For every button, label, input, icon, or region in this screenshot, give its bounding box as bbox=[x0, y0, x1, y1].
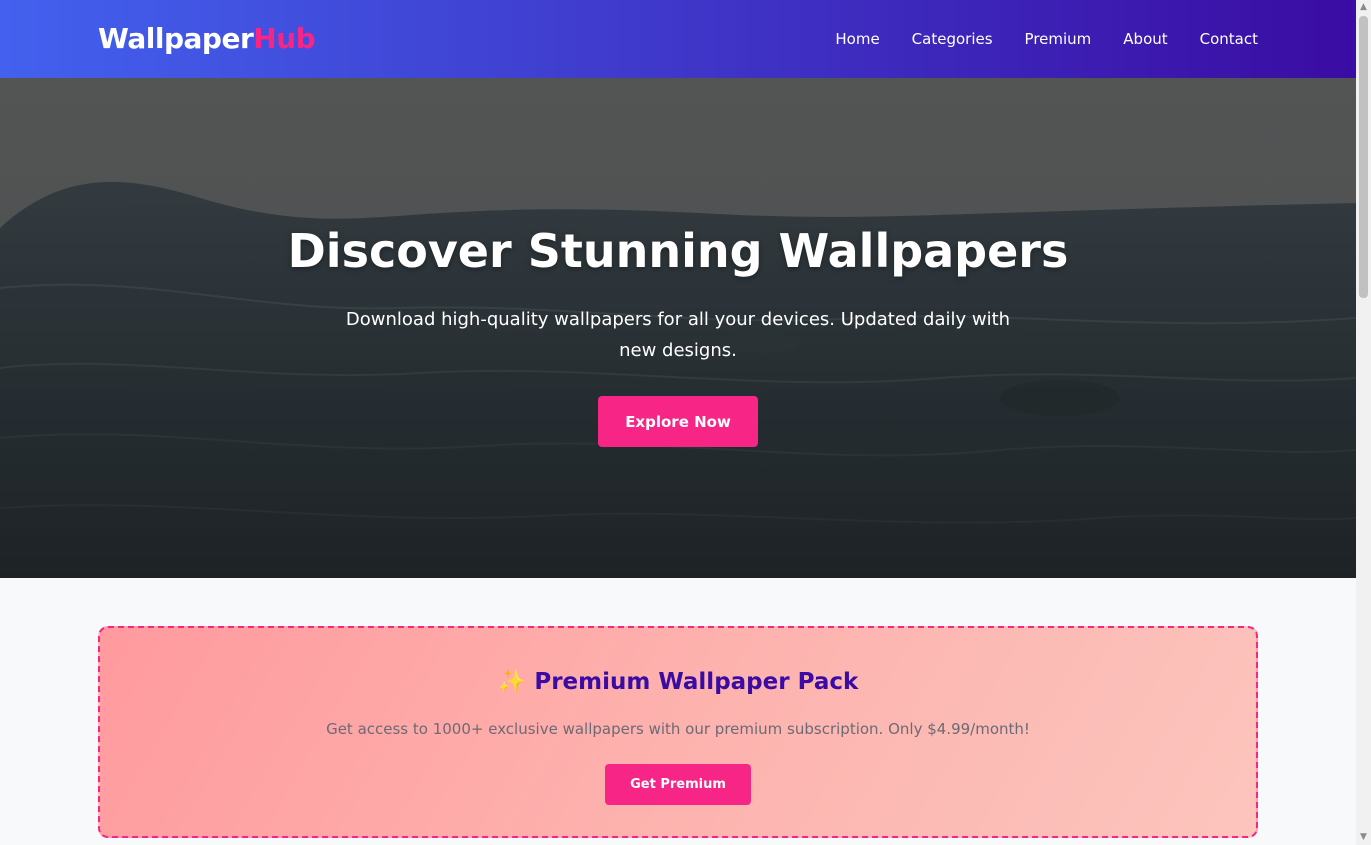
hero-subtitle: Download high-quality wallpapers for all… bbox=[345, 309, 1011, 361]
premium-banner: ✨ Premium Wallpaper Pack Get access to 10… bbox=[98, 626, 1258, 838]
sparkles-icon: ✨ bbox=[497, 669, 527, 695]
explore-now-button[interactable]: Explore Now bbox=[598, 396, 758, 447]
nav-categories-link[interactable]: Categories bbox=[912, 30, 993, 48]
get-premium-button[interactable]: Get Premium bbox=[605, 764, 751, 805]
hero-title: Discover Stunning Wallpapers bbox=[287, 224, 1069, 278]
premium-title-text: Premium Wallpaper Pack bbox=[534, 669, 859, 695]
premium-description: Get access to 1000+ exclusive wallpapers… bbox=[326, 720, 1030, 738]
nav-contact-link[interactable]: Contact bbox=[1200, 30, 1258, 48]
page: WallpaperHub Home Categories Premium Abo… bbox=[0, 0, 1356, 845]
site-logo[interactable]: WallpaperHub bbox=[98, 22, 316, 55]
site-header: WallpaperHub Home Categories Premium Abo… bbox=[0, 0, 1356, 78]
scroll-up-arrow-icon[interactable]: ▲ bbox=[1356, 0, 1371, 15]
vertical-scrollbar[interactable]: ▲ ▼ bbox=[1356, 0, 1371, 845]
scroll-thumb[interactable] bbox=[1359, 16, 1368, 298]
logo-text-part1: Wallpaper bbox=[98, 22, 254, 55]
premium-title: ✨ Premium Wallpaper Pack bbox=[100, 668, 1256, 695]
main-nav: Home Categories Premium About Contact bbox=[835, 30, 1258, 48]
nav-premium-link[interactable]: Premium bbox=[1025, 30, 1092, 48]
hero-section: Discover Stunning Wallpapers Download hi… bbox=[0, 78, 1356, 578]
nav-home-link[interactable]: Home bbox=[835, 30, 879, 48]
logo-text-part2: Hub bbox=[253, 22, 316, 55]
scroll-down-arrow-icon[interactable]: ▼ bbox=[1356, 830, 1371, 845]
nav-about-link[interactable]: About bbox=[1123, 30, 1167, 48]
